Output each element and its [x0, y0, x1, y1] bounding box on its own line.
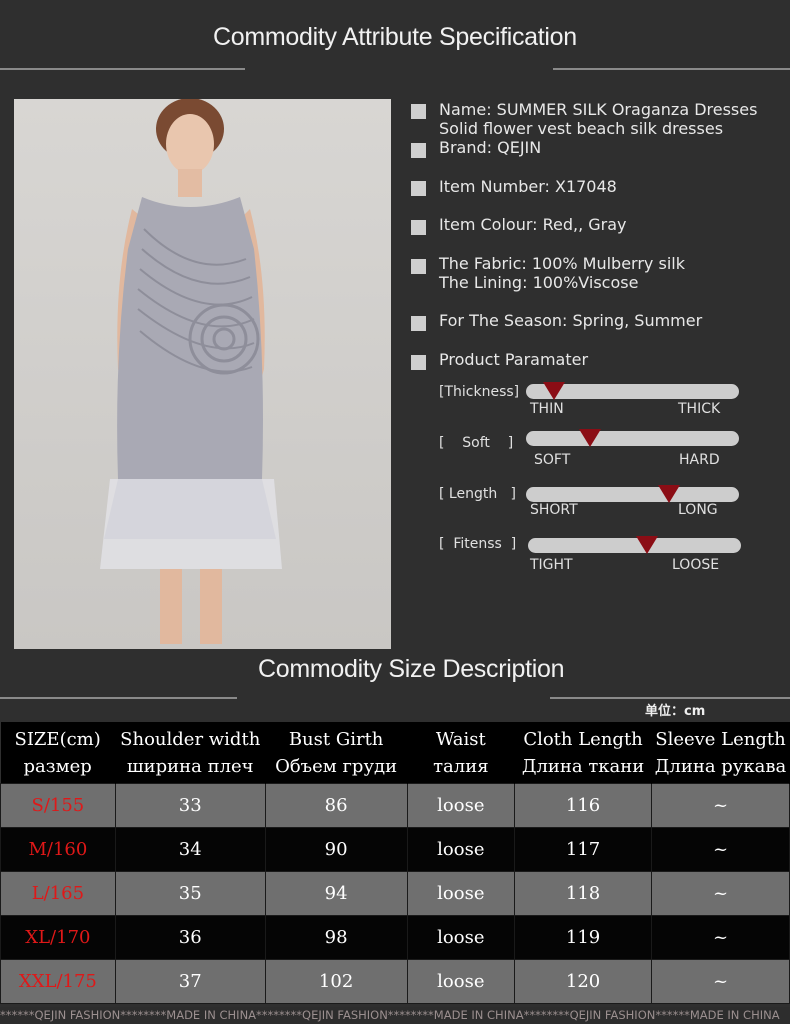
- size-rule-right: [550, 697, 790, 699]
- cell-bust: 102: [264, 959, 408, 1004]
- cell-waist: loose: [406, 915, 516, 960]
- bullet-icon: [411, 316, 426, 331]
- cell-bust: 86: [264, 783, 408, 828]
- param-label-thickness: [Thickness]: [439, 384, 520, 400]
- attr-name-line1: Name: SUMMER SILK Oraganza Dresses: [439, 100, 758, 119]
- param-label-length: [ Length ]: [439, 486, 517, 502]
- cell-waist: loose: [406, 871, 516, 916]
- param-high-fitness: LOOSE: [672, 557, 720, 573]
- cell-sleeve-length: ~: [651, 827, 790, 872]
- header-rule-left: [0, 68, 245, 70]
- cell-cloth-length: 118: [514, 871, 652, 916]
- cell-cloth-length: 117: [514, 827, 652, 872]
- cell-size: L/165: [0, 871, 116, 916]
- cell-cloth-length: 119: [514, 915, 652, 960]
- attr-season: For The Season: Spring, Summer: [439, 311, 703, 330]
- table-row: M/160 34 90 loose 117 ~: [0, 827, 790, 872]
- cell-waist: loose: [406, 959, 516, 1004]
- cell-size: M/160: [0, 827, 116, 872]
- attr-item-number: Item Number: X17048: [439, 177, 617, 196]
- product-photo: [14, 99, 391, 649]
- param-high-soft: HARD: [679, 452, 720, 468]
- cell-size: XL/170: [0, 915, 116, 960]
- bullet-icon: [411, 104, 426, 119]
- cell-waist: loose: [406, 783, 516, 828]
- cell-shoulder: 35: [114, 871, 266, 916]
- cell-bust: 98: [264, 915, 408, 960]
- param-low-fitness: TIGHT: [530, 557, 573, 573]
- header-bust: Bust Girth Объем груди: [265, 722, 408, 784]
- cell-sleeve-length: ~: [651, 915, 790, 960]
- param-track-length: [526, 487, 739, 502]
- bullet-icon: [411, 220, 426, 235]
- table-row: XL/170 36 98 loose 119 ~: [0, 915, 790, 960]
- size-rule-left: [0, 697, 237, 699]
- cell-sleeve-length: ~: [651, 871, 790, 916]
- param-marker-thickness: [542, 382, 565, 400]
- attr-fabric: The Fabric: 100% Mulberry silk: [439, 254, 685, 273]
- param-marker-fitness: [636, 536, 659, 554]
- cell-sleeve-length: ~: [651, 783, 790, 828]
- size-title: Commodity Size Description: [258, 655, 565, 683]
- cell-shoulder: 36: [114, 915, 266, 960]
- size-table-header: SIZE(cm) размер Shoulder width ширина плеч…: [0, 722, 790, 784]
- unit-label: 单位：cm: [645, 704, 706, 719]
- param-track-soft: [526, 431, 739, 446]
- header-waist: Waist талия: [407, 722, 516, 784]
- param-low-length: SHORT: [530, 502, 578, 518]
- param-high-thickness: THICK: [678, 401, 721, 417]
- attr-lining: The Lining: 100%Viscose: [439, 273, 639, 292]
- table-row: XXL/175 37 102 loose 120 ~: [0, 959, 790, 1004]
- table-row: S/155 33 86 loose 116 ~: [0, 783, 790, 828]
- param-marker-soft: [578, 429, 601, 447]
- cell-size: S/155: [0, 783, 116, 828]
- size-table: SIZE(cm) размер Shoulder width ширина плеч…: [0, 722, 790, 1004]
- attribute-title: Commodity Attribute Specification: [213, 23, 577, 51]
- cell-shoulder: 33: [114, 783, 266, 828]
- cell-cloth-length: 116: [514, 783, 652, 828]
- header-shoulder: Shoulder width ширина плеч: [115, 722, 266, 784]
- param-low-thickness: THIN: [530, 401, 564, 417]
- cell-bust: 94: [264, 871, 408, 916]
- param-track-fitness: [528, 538, 741, 553]
- table-row: L/165 35 94 loose 118 ~: [0, 871, 790, 916]
- cell-size: XXL/175: [0, 959, 116, 1004]
- attr-product-parameter: Product Paramater: [439, 350, 589, 369]
- param-label-soft: [ Soft ]: [439, 435, 514, 451]
- header-cloth-length: Cloth Length Длина ткани: [514, 722, 652, 784]
- cell-bust: 90: [264, 827, 408, 872]
- bullet-icon: [411, 355, 426, 370]
- bullet-icon: [411, 259, 426, 274]
- cell-waist: loose: [406, 827, 516, 872]
- attr-name-line2: Solid flower vest beach silk dresses: [439, 119, 724, 138]
- bullet-icon: [411, 143, 426, 158]
- bullet-icon: [411, 181, 426, 196]
- cell-shoulder: 37: [114, 959, 266, 1004]
- header-sleeve-length: Sleeve Length Длина рукава: [651, 722, 790, 784]
- param-label-fitness: [ Fitenss ]: [439, 536, 517, 552]
- param-marker-length: [657, 485, 680, 503]
- dress-illustration: [100, 99, 282, 644]
- cell-shoulder: 34: [114, 827, 266, 872]
- footer-banner: ******QEJIN FASHION********MADE IN CHINA…: [0, 1007, 790, 1024]
- header-rule-right: [553, 68, 790, 70]
- header-size: SIZE(cm) размер: [0, 722, 116, 784]
- param-low-soft: SOFT: [534, 452, 571, 468]
- cell-sleeve-length: ~: [651, 959, 790, 1004]
- param-high-length: LONG: [678, 502, 718, 518]
- cell-cloth-length: 120: [514, 959, 652, 1004]
- attr-item-colour: Item Colour: Red,, Gray: [439, 215, 627, 234]
- attr-brand: Brand: QEJIN: [439, 138, 542, 157]
